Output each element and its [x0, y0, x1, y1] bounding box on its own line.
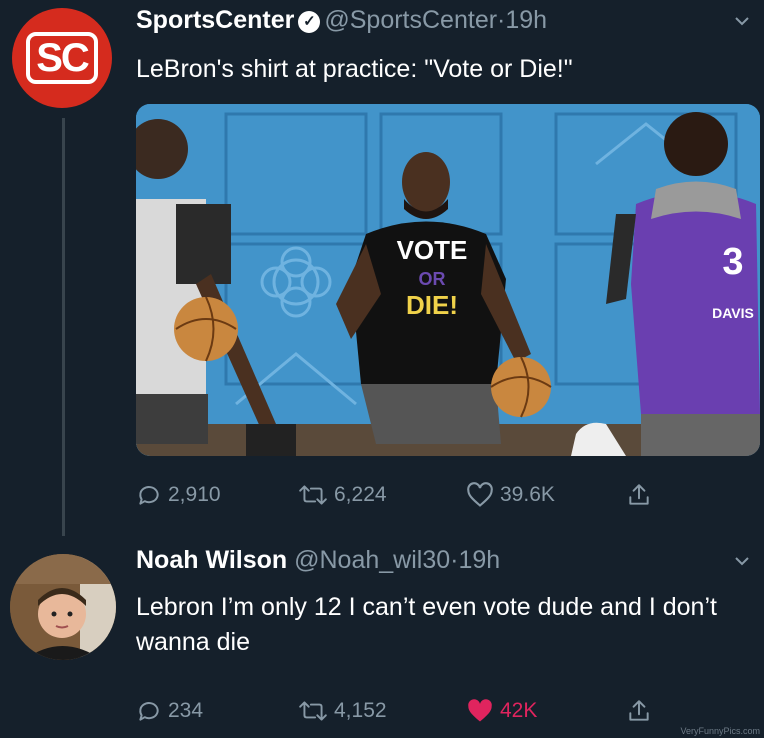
tweet-actions: 234 4,152 42K [136, 694, 676, 728]
sportscenter-avatar[interactable]: SC [12, 8, 112, 108]
tweet-sportscenter[interactable]: SC SportsCenter ✓ @SportsCenter·19h LeBron… [0, 0, 764, 540]
jersey-name: DAVIS [712, 305, 754, 321]
reply-button[interactable]: 234 [136, 694, 203, 728]
shirt-text-die: DIE! [406, 290, 458, 320]
sportscenter-logo-text: SC [26, 32, 98, 84]
like-button[interactable]: 42K [466, 694, 537, 728]
like-button[interactable]: 39.6K [466, 478, 555, 512]
shirt-text-vote: VOTE [397, 235, 468, 265]
tweet-text: Lebron I’m only 12 I can’t even vote dud… [136, 593, 717, 656]
reply-count: 234 [168, 699, 204, 722]
verified-badge-icon: ✓ [298, 11, 321, 33]
like-count: 42K [500, 699, 538, 722]
author-name[interactable]: SportsCenter [136, 6, 294, 34]
share-icon [629, 700, 649, 721]
share-icon [629, 484, 649, 505]
noah-wilson-avatar[interactable] [10, 554, 116, 660]
tweet-reply-noah[interactable]: Noah Wilson @Noah_wil30·19h Lebron I’m o… [0, 540, 764, 738]
jersey-number: 3 [722, 241, 743, 283]
like-count: 39.6K [500, 483, 555, 506]
chevron-down-icon[interactable] [734, 10, 750, 31]
retweet-button[interactable]: 4,152 [298, 694, 387, 728]
tweet-actions: 2,910 6,224 39.6K [136, 478, 676, 512]
retweet-icon [299, 485, 327, 505]
retweet-button[interactable]: 6,224 [298, 478, 387, 512]
watermark: VeryFunnyPics.com [680, 726, 760, 736]
tweet-time[interactable]: 19h [505, 6, 547, 34]
comment-icon [139, 486, 159, 505]
tweet-time[interactable]: 19h [458, 546, 500, 574]
thread-connector-line [62, 118, 65, 536]
tweet-photo[interactable]: VOTE OR DIE! 3 DAVIS [136, 104, 760, 456]
author-name[interactable]: Noah Wilson [136, 546, 287, 574]
share-button[interactable] [626, 478, 658, 512]
retweet-count: 4,152 [334, 699, 387, 722]
heart-icon [467, 482, 493, 507]
comment-icon [139, 702, 159, 721]
tweet-header: SportsCenter ✓ @SportsCenter·19h [136, 6, 547, 35]
retweet-count: 6,224 [334, 483, 387, 506]
shirt-text-or: OR [419, 269, 446, 289]
tweet-header: Noah Wilson @Noah_wil30·19h [136, 546, 500, 575]
author-handle[interactable]: @SportsCenter [324, 6, 497, 34]
chevron-down-icon[interactable] [734, 550, 750, 571]
share-button[interactable] [626, 694, 658, 728]
heart-icon [468, 699, 492, 722]
retweet-icon [299, 701, 327, 721]
reply-count: 2,910 [168, 483, 221, 506]
reply-button[interactable]: 2,910 [136, 478, 221, 512]
tweet-text: LeBron's shirt at practice: "Vote or Die… [136, 55, 573, 83]
author-handle[interactable]: @Noah_wil30 [294, 546, 450, 574]
